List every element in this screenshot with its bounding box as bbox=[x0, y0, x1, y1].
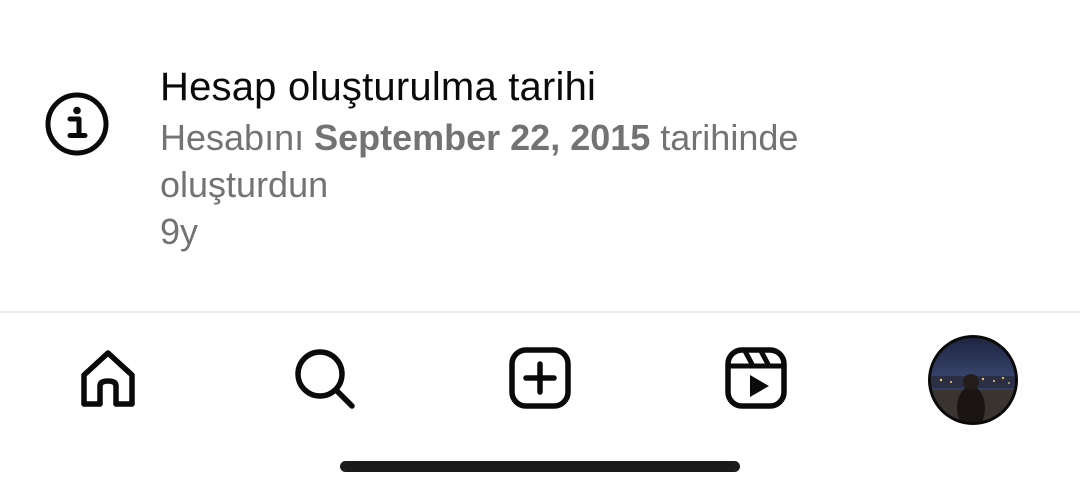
account-created-description: Hesabını September 22, 2015 tarihinde ol… bbox=[160, 114, 900, 208]
account-created-title: Hesap oluşturulma tarihi bbox=[160, 65, 597, 109]
description-prefix: Hesabını bbox=[160, 117, 315, 158]
tab-home[interactable] bbox=[71, 341, 145, 415]
tab-create[interactable] bbox=[503, 341, 577, 415]
bottom-tab-bar bbox=[0, 313, 1080, 443]
account-age: 9y bbox=[160, 211, 199, 252]
avatar bbox=[931, 338, 1015, 422]
account-created-date: September 22, 2015 bbox=[314, 117, 651, 158]
search-icon bbox=[290, 344, 358, 412]
account-created-row: Hesap oluşturulma tarihi Hesabını Septem… bbox=[0, 0, 1080, 310]
tab-search[interactable] bbox=[287, 341, 361, 415]
plus-square-icon bbox=[507, 345, 573, 411]
reels-icon bbox=[723, 345, 789, 411]
info-circle-icon bbox=[44, 91, 110, 157]
tab-reels[interactable] bbox=[719, 341, 793, 415]
home-icon bbox=[74, 344, 142, 412]
tab-profile[interactable] bbox=[931, 338, 1015, 422]
account-about-screen: Hesap oluşturulma tarihi Hesabını Septem… bbox=[0, 0, 1080, 489]
account-created-text: Hesap oluşturulma tarihi Hesabını Septem… bbox=[160, 62, 900, 256]
home-indicator[interactable] bbox=[340, 461, 740, 472]
